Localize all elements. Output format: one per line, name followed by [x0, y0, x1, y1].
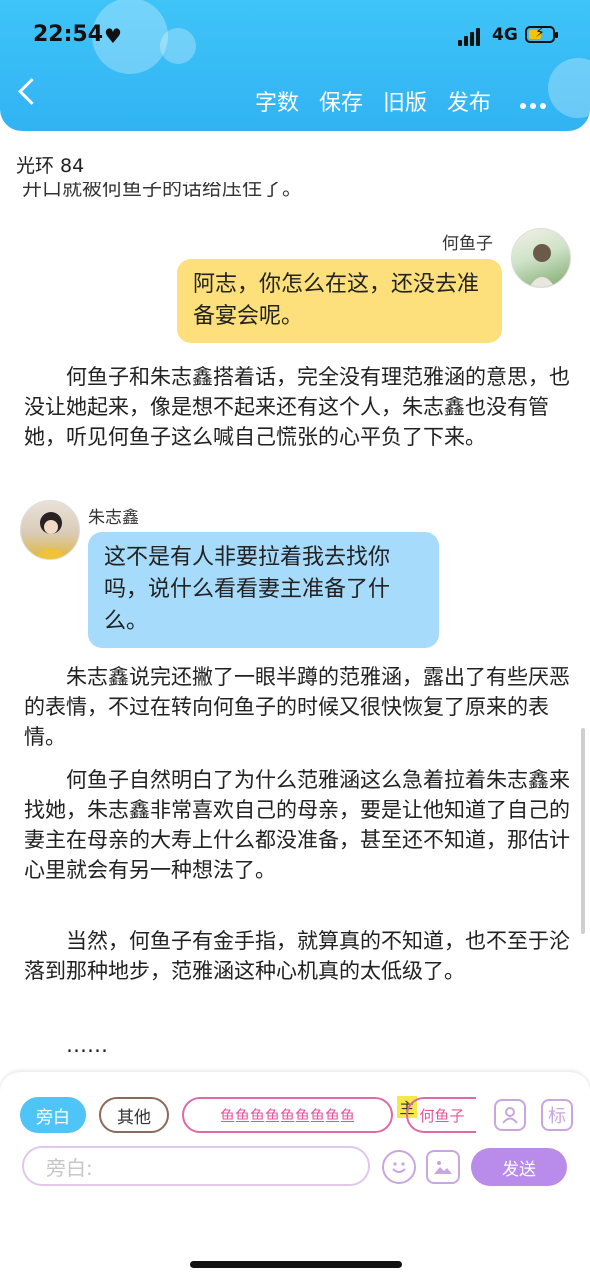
other-chip[interactable]: 其他	[99, 1097, 169, 1133]
battery-icon: ⚡	[525, 25, 558, 43]
narration-paragraph: 何鱼子和朱志鑫搭着话，完全没有理范雅涵的意思，也没让她起来，像是想不起来还有这个…	[24, 365, 570, 449]
word-count-button[interactable]: 字数	[255, 85, 299, 117]
speaker-name: 何鱼子	[442, 234, 493, 254]
decor-bubble	[548, 58, 590, 118]
more-icon[interactable]	[520, 94, 550, 113]
heart-icon: ♥	[104, 24, 122, 48]
avatar[interactable]	[511, 228, 571, 288]
narration-paragraph: 当然，何鱼子有金手指，就算真的不知道，也不至于沦落到那种地步，范雅涵这种心机真的…	[24, 929, 570, 983]
image-icon[interactable]	[426, 1150, 460, 1184]
document-title: 光环 84	[16, 155, 85, 177]
back-chevron-icon[interactable]	[18, 78, 45, 105]
add-role-icon[interactable]	[494, 1099, 526, 1131]
avatar-person-icon	[34, 512, 68, 559]
narration-chip[interactable]: 旁白	[20, 1097, 86, 1133]
home-indicator	[190, 1261, 402, 1268]
cut-off-text: 开口就被何鱼子的话给压住了。	[22, 182, 302, 200]
role-chip[interactable]: 鱼鱼鱼鱼鱼鱼鱼鱼鱼	[182, 1097, 393, 1133]
publish-button[interactable]: 发布	[447, 85, 491, 117]
emoji-icon[interactable]	[382, 1150, 416, 1184]
avatar-person-icon	[529, 244, 555, 287]
status-time: 22:54	[33, 22, 104, 47]
old-version-button[interactable]: 旧版	[383, 85, 427, 117]
decor-bubble	[160, 28, 196, 64]
speaker-name: 朱志鑫	[88, 508, 139, 528]
send-button[interactable]: 发送	[471, 1148, 567, 1186]
tag-icon[interactable]: 标	[541, 1099, 573, 1131]
network-label: 4G	[492, 25, 518, 45]
chat-bubble[interactable]: 阿志，你怎么在这，还没去准备宴会呢。	[177, 259, 502, 343]
chat-bubble[interactable]: 这不是有人非要拉着我去找你吗，说什么看看妻主准备了什么。	[88, 532, 439, 648]
scrollbar[interactable]	[581, 728, 585, 934]
avatar[interactable]	[20, 500, 80, 560]
top-header: 22:54 ♥ 4G ⚡ 字数 保存 旧版 发布	[0, 0, 590, 131]
save-button[interactable]: 保存	[319, 85, 363, 117]
narration-paragraph: 何鱼子自然明白了为什么范雅涵这么急着拉着朱志鑫来找她，朱志鑫非常喜欢自己的母亲，…	[24, 768, 570, 882]
narration-paragraph: 朱志鑫说完还撇了一眼半蹲的范雅涵，露出了有些厌恶的表情，不过在转向何鱼子的时候又…	[24, 665, 570, 749]
message-input[interactable]: 旁白:	[22, 1146, 370, 1186]
narration-paragraph: ……	[66, 1033, 108, 1057]
signal-icon	[458, 28, 486, 46]
role-chip-main[interactable]: 何鱼子	[406, 1097, 476, 1133]
